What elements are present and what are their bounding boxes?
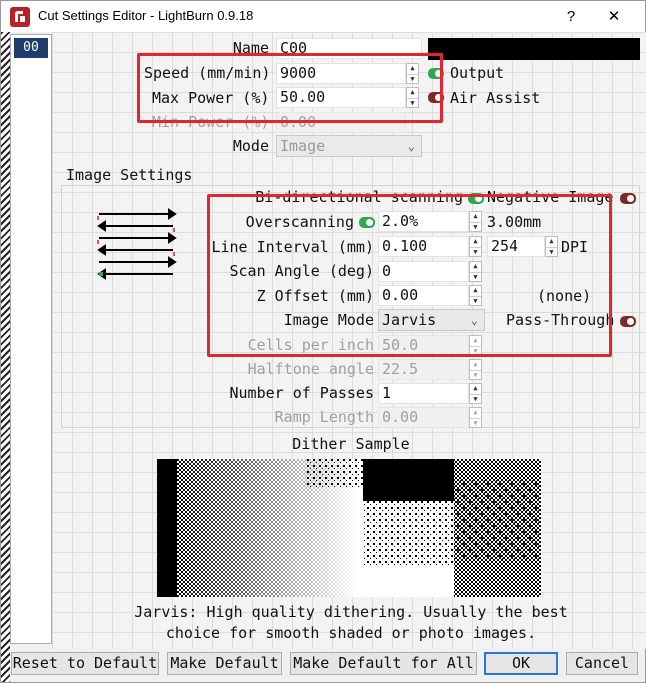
close-button[interactable]: ✕	[598, 5, 630, 29]
background-artwork	[1, 32, 10, 682]
layer-list[interactable]: 00	[10, 34, 52, 644]
annotation-box-image-settings	[207, 194, 612, 357]
output-label: Output	[450, 64, 505, 82]
halftone-angle-label: Halftone angle	[247, 360, 374, 378]
make-default-button[interactable]: Make Default	[167, 652, 282, 675]
ok-button[interactable]: OK	[484, 652, 558, 675]
mode-value: Image	[280, 137, 326, 155]
dither-description-line1: Jarvis: High quality dithering. Usually …	[134, 603, 568, 621]
chevron-down-icon: ⌄	[407, 139, 415, 153]
ramp-length-spinner: ▲ ▼	[469, 407, 482, 428]
ramp-length-field: 0.00	[378, 407, 469, 428]
dither-description-line2: choice for smooth shaded or photo images…	[165, 624, 537, 642]
cut-settings-dialog: Cut Settings Editor - LightBurn 0.9.18 ?…	[0, 0, 646, 683]
negative-image-toggle[interactable]	[620, 193, 636, 204]
make-default-for-all-button[interactable]: Make Default for All	[290, 652, 477, 675]
number-of-passes-field[interactable]: 1	[378, 383, 469, 404]
halftone-angle-field: 22.5	[378, 359, 469, 380]
reset-to-default-button[interactable]: Reset to Default	[11, 652, 159, 675]
mode-label: Mode	[232, 137, 269, 155]
image-settings-title: Image Settings	[66, 166, 193, 184]
scan-direction-icon	[97, 208, 177, 280]
help-button[interactable]: ?	[555, 5, 587, 29]
number-of-passes-label: Number of Passes	[229, 384, 375, 402]
cancel-button[interactable]: Cancel	[566, 652, 638, 675]
window-title: Cut Settings Editor - LightBurn 0.9.18	[38, 8, 254, 23]
air-assist-label: Air Assist	[450, 89, 541, 107]
layer-color-swatch[interactable]	[428, 38, 640, 60]
mode-select: Image ⌄	[276, 135, 422, 157]
layer-item-00[interactable]: 00	[14, 38, 48, 58]
title-bar: Cut Settings Editor - LightBurn 0.9.18 ?…	[1, 1, 645, 32]
halftone-angle-spinner: ▲ ▼	[469, 359, 482, 380]
pass-through-toggle[interactable]	[620, 316, 636, 327]
dither-sample-image	[157, 459, 541, 597]
ramp-length-label: Ramp Length	[274, 408, 374, 426]
dither-sample-title: Dither Sample	[292, 435, 410, 453]
lightburn-app-icon	[10, 7, 30, 27]
number-of-passes-spinner[interactable]: ▲ ▼	[469, 383, 482, 404]
annotation-box-speed-power	[137, 53, 443, 123]
